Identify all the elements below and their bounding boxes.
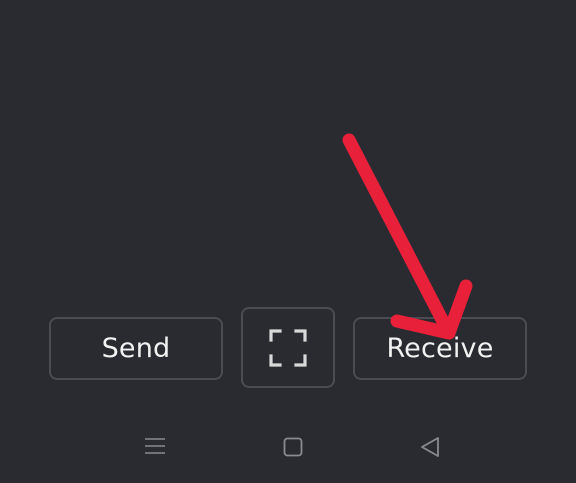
receive-button-label: Receive <box>386 333 494 364</box>
scan-qr-icon <box>269 328 307 367</box>
scan-button[interactable] <box>241 307 335 388</box>
send-button[interactable]: Send <box>49 317 223 380</box>
receive-button[interactable]: Receive <box>353 317 527 380</box>
send-button-label: Send <box>101 333 171 364</box>
system-navigation-bar <box>0 420 576 483</box>
red-arrow-annotation <box>342 133 473 340</box>
back-icon[interactable] <box>420 436 440 458</box>
app-screen: Send Receive <box>0 0 576 483</box>
home-icon[interactable] <box>283 437 303 457</box>
menu-icon[interactable] <box>144 435 166 457</box>
